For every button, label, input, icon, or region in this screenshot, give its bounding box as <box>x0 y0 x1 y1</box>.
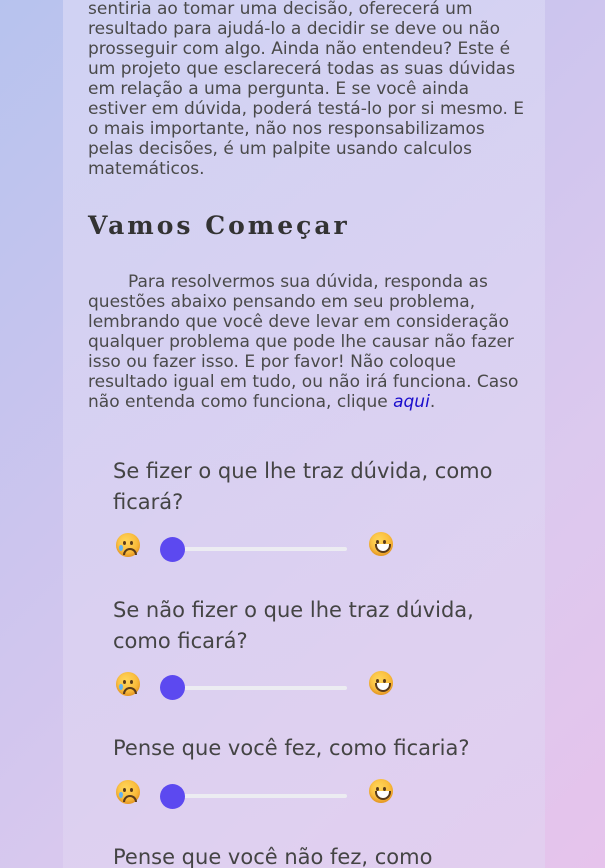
question-3-slider-thumb[interactable] <box>160 784 185 809</box>
question-3-slider[interactable] <box>163 794 347 798</box>
question-1-slider-thumb[interactable] <box>160 537 185 562</box>
crying-face-icon <box>116 672 140 696</box>
question-1-slider[interactable] <box>163 547 347 551</box>
instructions-text: Para resolvermos sua dúvida, responda as… <box>88 272 519 412</box>
content-panel: considerando suas emoções e como você se… <box>63 0 545 868</box>
section-title: Vamos Começar <box>88 211 350 240</box>
crying-face-icon <box>116 533 140 557</box>
question-3-label: Pense que você fez, como ficaria? <box>113 736 470 760</box>
instructions-paragraph: Para resolvermos sua dúvida, responda as… <box>88 272 528 412</box>
crying-face-icon <box>116 780 140 804</box>
grinning-face-icon <box>369 671 393 695</box>
question-1-label: Se fizer o que lhe traz dúvida, como fic… <box>113 459 493 514</box>
grinning-face-icon <box>369 532 393 556</box>
question-4-label: Pense que você não fez, como <box>113 845 433 868</box>
grinning-face-icon <box>369 779 393 803</box>
question-2-slider[interactable] <box>163 686 347 690</box>
question-2-slider-thumb[interactable] <box>160 675 185 700</box>
intro-paragraph: considerando suas emoções e como você se… <box>88 0 525 179</box>
help-link[interactable]: aqui <box>393 392 430 412</box>
question-2-label: Se não fizer o que lhe traz dúvida, como… <box>113 598 474 653</box>
instructions-suffix: . <box>429 392 436 412</box>
